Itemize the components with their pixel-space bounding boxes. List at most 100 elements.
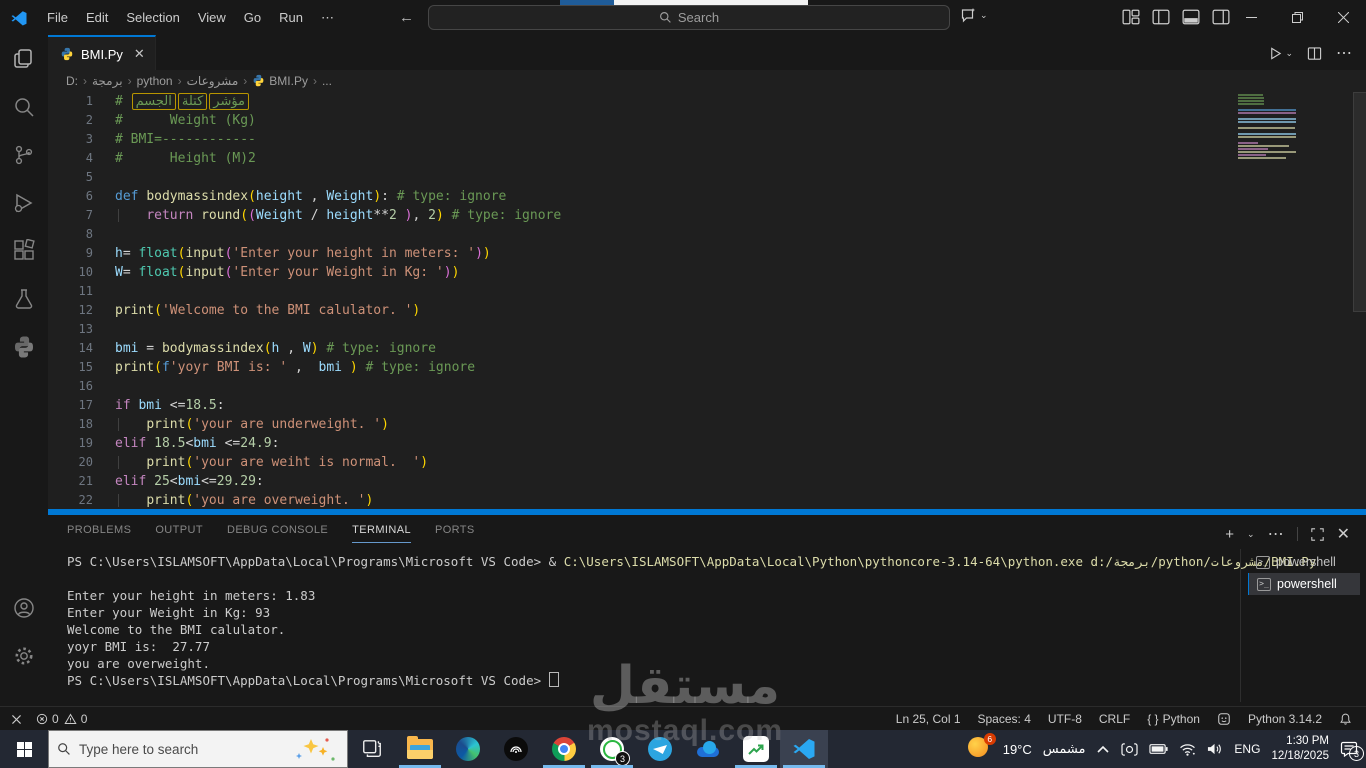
menu-item-selection[interactable]: Selection [117,6,188,30]
menu-item-run[interactable]: Run [270,6,312,30]
start-button[interactable] [0,730,48,768]
tab-bmi-py[interactable]: BMI.Py ✕ [48,35,156,71]
wifi-icon[interactable] [1179,743,1196,756]
breadcrumb-item[interactable]: D: [66,74,78,88]
terminal-profile-chevron-icon[interactable]: ⌄ [1247,529,1255,540]
line-number[interactable]: 7 [48,206,93,225]
menu-item-edit[interactable]: Edit [77,6,117,30]
maximize-panel-icon[interactable] [1310,527,1324,541]
line-number[interactable]: 15 [48,358,93,377]
weather-condition[interactable]: مشمس [1043,742,1086,757]
code-line[interactable]: 15 print(f'yoyr BMI is: ' , bmi ) # type:… [48,358,1366,377]
eol-sequence[interactable]: CRLF [1099,712,1130,726]
menu-item-file[interactable]: File [38,6,77,30]
line-number[interactable]: 14 [48,339,93,358]
settings-gear-icon[interactable] [0,632,48,680]
code-line[interactable]: 14 bmi = bodymassindex(h , W) # type: ign… [48,339,1366,358]
panel-tab-terminal[interactable]: TERMINAL [352,524,411,543]
line-number[interactable]: 19 [48,434,93,453]
accounts-icon[interactable] [0,584,48,632]
code-line[interactable]: 20 print('your are weiht is normal. ') [48,453,1366,472]
taskbar-app-vscode[interactable] [780,730,828,768]
volume-icon[interactable] [1207,742,1223,756]
toggle-sidebar-icon[interactable] [1152,8,1170,26]
taskbar-app-whatsapp[interactable]: 3 [588,730,636,768]
code-line[interactable]: 10 W= float(input('Enter your Weight in K… [48,263,1366,282]
python-extension-icon[interactable] [0,323,48,371]
taskbar-app-edge[interactable] [444,730,492,768]
line-number[interactable]: 5 [48,168,93,187]
editor-scrollbar[interactable] [1353,92,1366,312]
terminal-instance[interactable]: >_ powershell [1248,573,1360,595]
line-number[interactable]: 11 [48,282,93,301]
breadcrumb-item[interactable]: برمجة [92,74,123,88]
panel-tab-output[interactable]: OUTPUT [155,524,203,543]
remote-indicator-icon[interactable] [10,713,23,726]
code-line[interactable]: 2 # Weight (Kg) [48,111,1366,130]
status-grid-icon[interactable] [1217,712,1231,726]
panel-tab-ports[interactable]: PORTS [435,524,475,543]
code-line[interactable]: 5 [48,168,1366,187]
back-arrow-icon[interactable]: ← [399,9,414,26]
input-language[interactable]: ENG [1234,742,1260,756]
line-number[interactable]: 17 [48,396,93,415]
command-search-box[interactable]: Search [428,5,950,30]
line-number[interactable]: 2 [48,111,93,130]
run-debug-icon[interactable] [0,179,48,227]
language-mode[interactable]: { } Python [1147,712,1200,726]
warnings-indicator[interactable]: 0 [64,712,87,726]
notifications-bell-icon[interactable] [1339,712,1352,726]
tab-close-icon[interactable]: ✕ [134,46,145,62]
code-line[interactable]: 8 [48,225,1366,244]
copilot-chat-button[interactable]: ⌄ [960,7,988,23]
panel-tab-debug-console[interactable]: DEBUG CONSOLE [227,524,328,543]
code-line[interactable]: 6 def bodymassindex(height , Weight): # t… [48,187,1366,206]
taskbar-app-file-explorer[interactable] [396,730,444,768]
more-actions-icon[interactable]: ⋯ [1336,43,1352,63]
code-line[interactable]: 19 elif 18.5<bmi <=24.9: [48,434,1366,453]
code-line[interactable]: 7 return round((Weight / height**2 ), 2)… [48,206,1366,225]
taskbar-app-telegram[interactable] [636,730,684,768]
code-editor[interactable]: 1 # مؤشركتلةالجسم 2 # Weight (Kg) 3 # BMI=---… [48,92,1366,509]
taskbar-app-chrome[interactable] [540,730,588,768]
line-number[interactable]: 8 [48,225,93,244]
code-line[interactable]: 3 # BMI=------------ [48,130,1366,149]
weather-temp[interactable]: 19°C [1003,742,1032,757]
capture-device-icon[interactable] [1121,742,1139,757]
line-number[interactable]: 18 [48,415,93,434]
battery-icon[interactable] [1149,743,1169,755]
line-number[interactable]: 6 [48,187,93,206]
indentation[interactable]: Spaces: 4 [978,712,1031,726]
breadcrumb-item[interactable]: مشروعات [187,74,239,88]
customize-layout-icon[interactable] [1122,8,1140,26]
line-number[interactable]: 1 [48,92,93,111]
line-number[interactable]: 9 [48,244,93,263]
menu-item-go[interactable]: Go [235,6,270,30]
code-line[interactable]: 22 print('you are overweight. ') [48,491,1366,510]
line-number[interactable]: 3 [48,130,93,149]
minimap[interactable] [1238,94,1300,160]
run-dropdown-chevron-icon[interactable]: ⌄ [1285,48,1293,59]
task-view-button[interactable] [348,730,396,768]
close-panel-icon[interactable]: ✕ [1337,524,1350,544]
code-line[interactable]: 21 elif 25<bmi<=29.29: [48,472,1366,491]
extensions-icon[interactable] [0,227,48,275]
errors-indicator[interactable]: 0 [36,712,59,726]
terminal-output[interactable]: PS C:\Users\ISLAMSOFT\AppData\Local\Prog… [67,553,1316,689]
toggle-panel-icon[interactable] [1182,8,1200,26]
source-control-icon[interactable] [0,131,48,179]
code-line[interactable]: 13 [48,320,1366,339]
minimize-button[interactable] [1228,0,1274,35]
explorer-icon[interactable] [0,35,48,83]
panel-tab-problems[interactable]: PROBLEMS [67,524,131,543]
cursor-position[interactable]: Ln 25, Col 1 [896,712,961,726]
line-number[interactable]: 4 [48,149,93,168]
show-hidden-icons-chevron[interactable] [1096,744,1110,754]
line-number[interactable]: 13 [48,320,93,339]
python-interpreter[interactable]: Python 3.14.2 [1248,712,1322,726]
line-number[interactable]: 20 [48,453,93,472]
weather-widget[interactable]: 6 [967,733,996,761]
terminal-instance[interactable]: >_ powershell [1248,551,1360,573]
breadcrumb-item[interactable]: python [137,74,173,88]
taskbar-app-onedrive[interactable] [684,730,732,768]
